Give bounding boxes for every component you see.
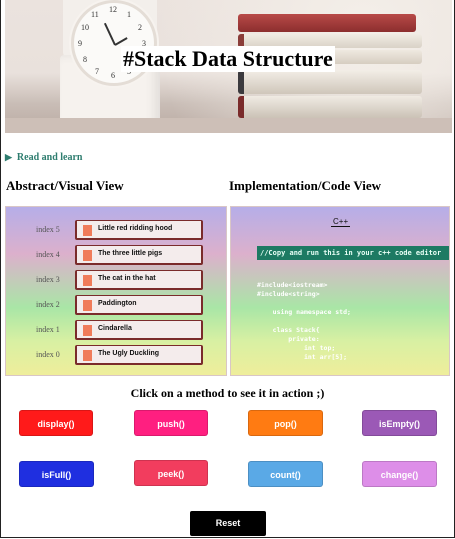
- stack-index: index 0: [36, 350, 60, 359]
- push-button[interactable]: push(): [134, 410, 208, 436]
- code-block: #include<iostream> #include<string> usin…: [257, 281, 351, 361]
- book: [238, 70, 422, 94]
- clock-number: 11: [91, 10, 99, 19]
- read-and-learn-toggle[interactable]: ▶ Read and learn: [5, 152, 82, 163]
- stack-book: Paddington: [75, 295, 203, 315]
- table-surface: [5, 118, 452, 133]
- display-button[interactable]: display(): [19, 410, 93, 436]
- book: [238, 96, 422, 118]
- clock-icon: 12 1 2 3 4 5 6 7 8 9 10 11: [71, 0, 157, 86]
- implementation-view-heading: Implementation/Code View: [229, 178, 382, 193]
- stack-row: index 0 The Ugly Duckling: [6, 345, 226, 367]
- change-button[interactable]: change(): [362, 461, 437, 487]
- is-empty-button[interactable]: isEmpty(): [362, 410, 437, 436]
- stack-book-title: Cindarella: [98, 325, 132, 332]
- is-full-button[interactable]: isFull(): [19, 461, 94, 487]
- bookmark-icon: [83, 350, 92, 361]
- clock-number: 9: [78, 39, 82, 48]
- clock-number: 1: [127, 10, 131, 19]
- stack-book: The three little pigs: [75, 245, 203, 265]
- clock-number: 8: [83, 55, 87, 64]
- bookmark-icon: [83, 225, 92, 236]
- stack-book-title: The Ugly Duckling: [98, 350, 160, 357]
- code-comment: //Copy and run this in your c++ code edi…: [257, 246, 449, 260]
- count-button[interactable]: count(): [248, 461, 323, 487]
- stack-book-title: Paddington: [98, 300, 137, 307]
- stack-index: index 5: [36, 225, 60, 234]
- bookmark-icon: [83, 275, 92, 286]
- stack-book-title: The cat in the hat: [98, 275, 156, 282]
- read-and-learn-label: Read and learn: [16, 152, 83, 163]
- bookmark-icon: [83, 300, 92, 311]
- triangle-right-icon: ▶: [5, 152, 12, 162]
- instruction-text: Click on a method to see it in action ;): [130, 386, 325, 400]
- stack-row: index 5 Little red ridding hood: [6, 220, 226, 242]
- clock-hand: [114, 37, 128, 46]
- clock-number: 2: [138, 23, 142, 32]
- clock-number: 10: [81, 23, 89, 32]
- stack-book: The cat in the hat: [75, 270, 203, 290]
- stack-visual-panel: index 5 Little red ridding hood index 4 …: [5, 206, 227, 376]
- book: [238, 14, 416, 32]
- clock-number: 7: [95, 67, 99, 76]
- stack-book-title: The three little pigs: [98, 250, 163, 257]
- peek-button[interactable]: peek(): [134, 460, 208, 486]
- stack-index: index 1: [36, 325, 60, 334]
- clock-number: 6: [111, 71, 115, 80]
- code-language-label: C++: [331, 217, 351, 227]
- abstract-view-heading: Abstract/Visual View: [6, 178, 124, 193]
- clock-number: 12: [109, 5, 117, 14]
- stack-row: index 2 Paddington: [6, 295, 226, 317]
- pop-button[interactable]: pop(): [248, 410, 323, 436]
- stack-row: index 4 The three little pigs: [6, 245, 226, 267]
- stack-book: The Ugly Duckling: [75, 345, 203, 365]
- stack-row: index 3 The cat in the hat: [6, 270, 226, 292]
- stack-book-title: Little red ridding hood: [98, 225, 173, 232]
- stack-index: index 4: [36, 250, 60, 259]
- bookmark-icon: [83, 325, 92, 336]
- code-view-panel[interactable]: C++ //Copy and run this in your c++ code…: [230, 206, 450, 376]
- bookmark-icon: [83, 250, 92, 261]
- stack-book: Cindarella: [75, 320, 203, 340]
- stack-row: index 1 Cindarella: [6, 320, 226, 342]
- stack-index: index 2: [36, 300, 60, 309]
- stack-book: Little red ridding hood: [75, 220, 203, 240]
- reset-button[interactable]: Reset: [190, 511, 266, 536]
- page-title: #Stack Data Structure: [121, 46, 335, 72]
- stack-index: index 3: [36, 275, 60, 284]
- clock-hand: [103, 22, 116, 46]
